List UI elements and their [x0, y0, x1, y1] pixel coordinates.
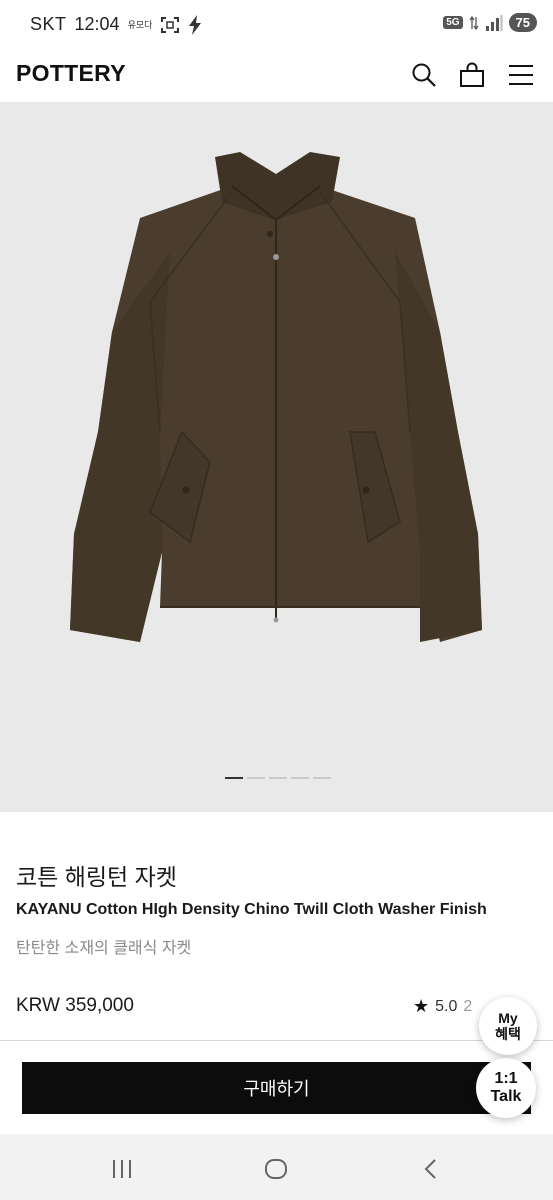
brand-logo[interactable]: POTTERY: [16, 60, 126, 87]
product-subtitle: 탄탄한 소재의 클래식 자켓: [16, 940, 192, 957]
status-left: SKT 12:04 유모다: [30, 14, 202, 35]
back-icon[interactable]: [411, 1154, 451, 1184]
product-image-carousel[interactable]: [0, 102, 553, 812]
product-price: KRW 359,000: [16, 995, 134, 1016]
shopping-bag-icon[interactable]: [457, 60, 487, 90]
my-benefit-button[interactable]: My 혜택: [479, 997, 537, 1055]
carrier-label: SKT: [30, 14, 67, 34]
my-benefit-label-line2: 혜택: [495, 1026, 521, 1042]
home-icon[interactable]: [256, 1154, 296, 1184]
clock: 12:04: [74, 14, 120, 34]
signal-icon: [485, 14, 503, 31]
talk-button[interactable]: 1:1 Talk: [476, 1058, 536, 1118]
product-rating[interactable]: ★ 5.0 2: [413, 996, 472, 1017]
pagination-dot[interactable]: [269, 777, 287, 779]
menu-icon[interactable]: [506, 60, 536, 90]
status-bar: SKT 12:04 유모다 5G 75: [0, 0, 553, 50]
rating-value: 5.0: [435, 997, 458, 1015]
star-icon: ★: [413, 996, 430, 1016]
buy-button[interactable]: 구매하기: [22, 1062, 531, 1114]
product-title-english: KAYANU Cotton HIgh Density Chino Twill C…: [16, 901, 487, 918]
my-benefit-label-line1: My: [498, 1009, 518, 1026]
review-count[interactable]: 2: [463, 998, 472, 1016]
search-icon[interactable]: [409, 60, 439, 90]
recent-apps-icon[interactable]: [102, 1154, 142, 1184]
pagination-dot[interactable]: [247, 777, 265, 779]
battery-indicator: 75: [508, 13, 537, 32]
jacket-photo: [70, 152, 482, 642]
data-arrows-icon: [468, 15, 479, 31]
pagination-dot[interactable]: [313, 777, 331, 779]
notification-text-icon: 유모다: [127, 20, 153, 30]
talk-label-line1: 1:1: [494, 1069, 518, 1087]
talk-label-line2: Talk: [490, 1088, 522, 1105]
status-right: 5G 75: [443, 13, 537, 32]
purchase-bar: 구매하기: [0, 1041, 553, 1134]
site-header: POTTERY: [0, 50, 553, 102]
network-badge: 5G: [443, 16, 463, 29]
flash-icon: [188, 14, 202, 35]
carousel-pagination: [225, 777, 331, 779]
pagination-dot[interactable]: [291, 777, 309, 779]
screenshot-icon: [160, 16, 180, 34]
pagination-dot[interactable]: [225, 777, 243, 779]
product-title-korean: 코튼 해링턴 자켓: [16, 864, 177, 890]
system-nav-bar: [0, 1134, 553, 1200]
